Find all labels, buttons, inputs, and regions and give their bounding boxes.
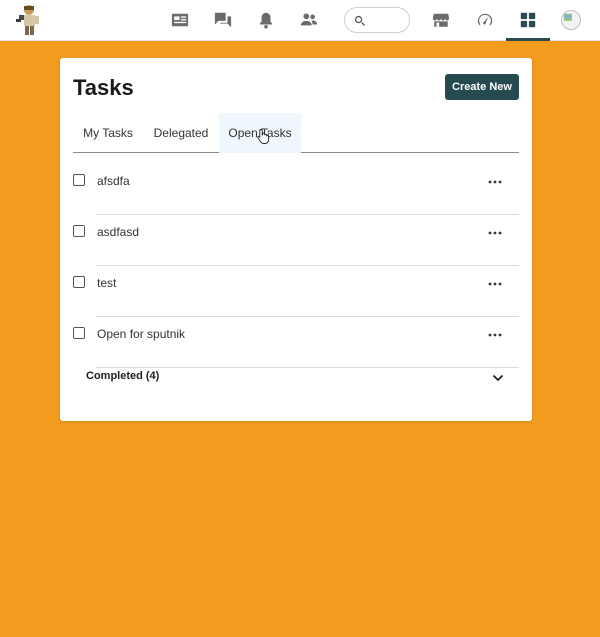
task-checkbox[interactable] [73, 276, 85, 288]
search-box[interactable] [344, 7, 410, 33]
tab-delegated[interactable]: Delegated [143, 113, 219, 153]
list-item: afsdfa [73, 164, 519, 215]
task-label[interactable]: Open for sputnik [97, 327, 185, 341]
task-checkbox[interactable] [73, 225, 85, 237]
store-icon[interactable] [430, 9, 452, 31]
chat-icon[interactable] [212, 9, 234, 31]
task-label[interactable]: afsdfa [97, 174, 130, 188]
page-title: Tasks [73, 75, 134, 100]
gauge-icon[interactable] [474, 9, 496, 31]
more-options-icon[interactable] [487, 280, 503, 288]
list-item: Open for sputnik [73, 317, 519, 368]
more-options-icon[interactable] [487, 178, 503, 186]
tab-my-tasks[interactable]: My Tasks [73, 113, 143, 153]
task-label[interactable]: test [97, 276, 116, 290]
completed-section-toggle[interactable]: Completed (4) [86, 370, 159, 382]
bell-icon[interactable] [255, 9, 277, 31]
tasks-card: Tasks Create New My Tasks Delegated Open… [60, 58, 532, 421]
search-icon [354, 15, 365, 26]
logo-figure-icon[interactable] [10, 3, 44, 38]
list-item: test [73, 266, 519, 317]
create-new-button[interactable]: Create New [445, 74, 519, 100]
top-navigation-bar [0, 0, 600, 41]
active-nav-indicator [506, 38, 550, 41]
search-input[interactable] [369, 13, 409, 27]
task-checkbox[interactable] [73, 327, 85, 339]
hand-cursor-icon [257, 129, 269, 144]
apps-grid-icon[interactable] [517, 9, 539, 31]
task-checkbox[interactable] [73, 174, 85, 186]
task-label[interactable]: asdfasd [97, 225, 139, 239]
news-icon[interactable] [169, 9, 191, 31]
chevron-down-icon[interactable] [492, 374, 504, 382]
people-icon[interactable] [298, 9, 320, 31]
more-options-icon[interactable] [487, 331, 503, 339]
task-tabs: My Tasks Delegated Open Tasks [73, 113, 519, 153]
list-item: asdfasd [73, 215, 519, 266]
row-divider [96, 367, 519, 368]
more-options-icon[interactable] [487, 229, 503, 237]
avatar[interactable] [561, 10, 581, 30]
